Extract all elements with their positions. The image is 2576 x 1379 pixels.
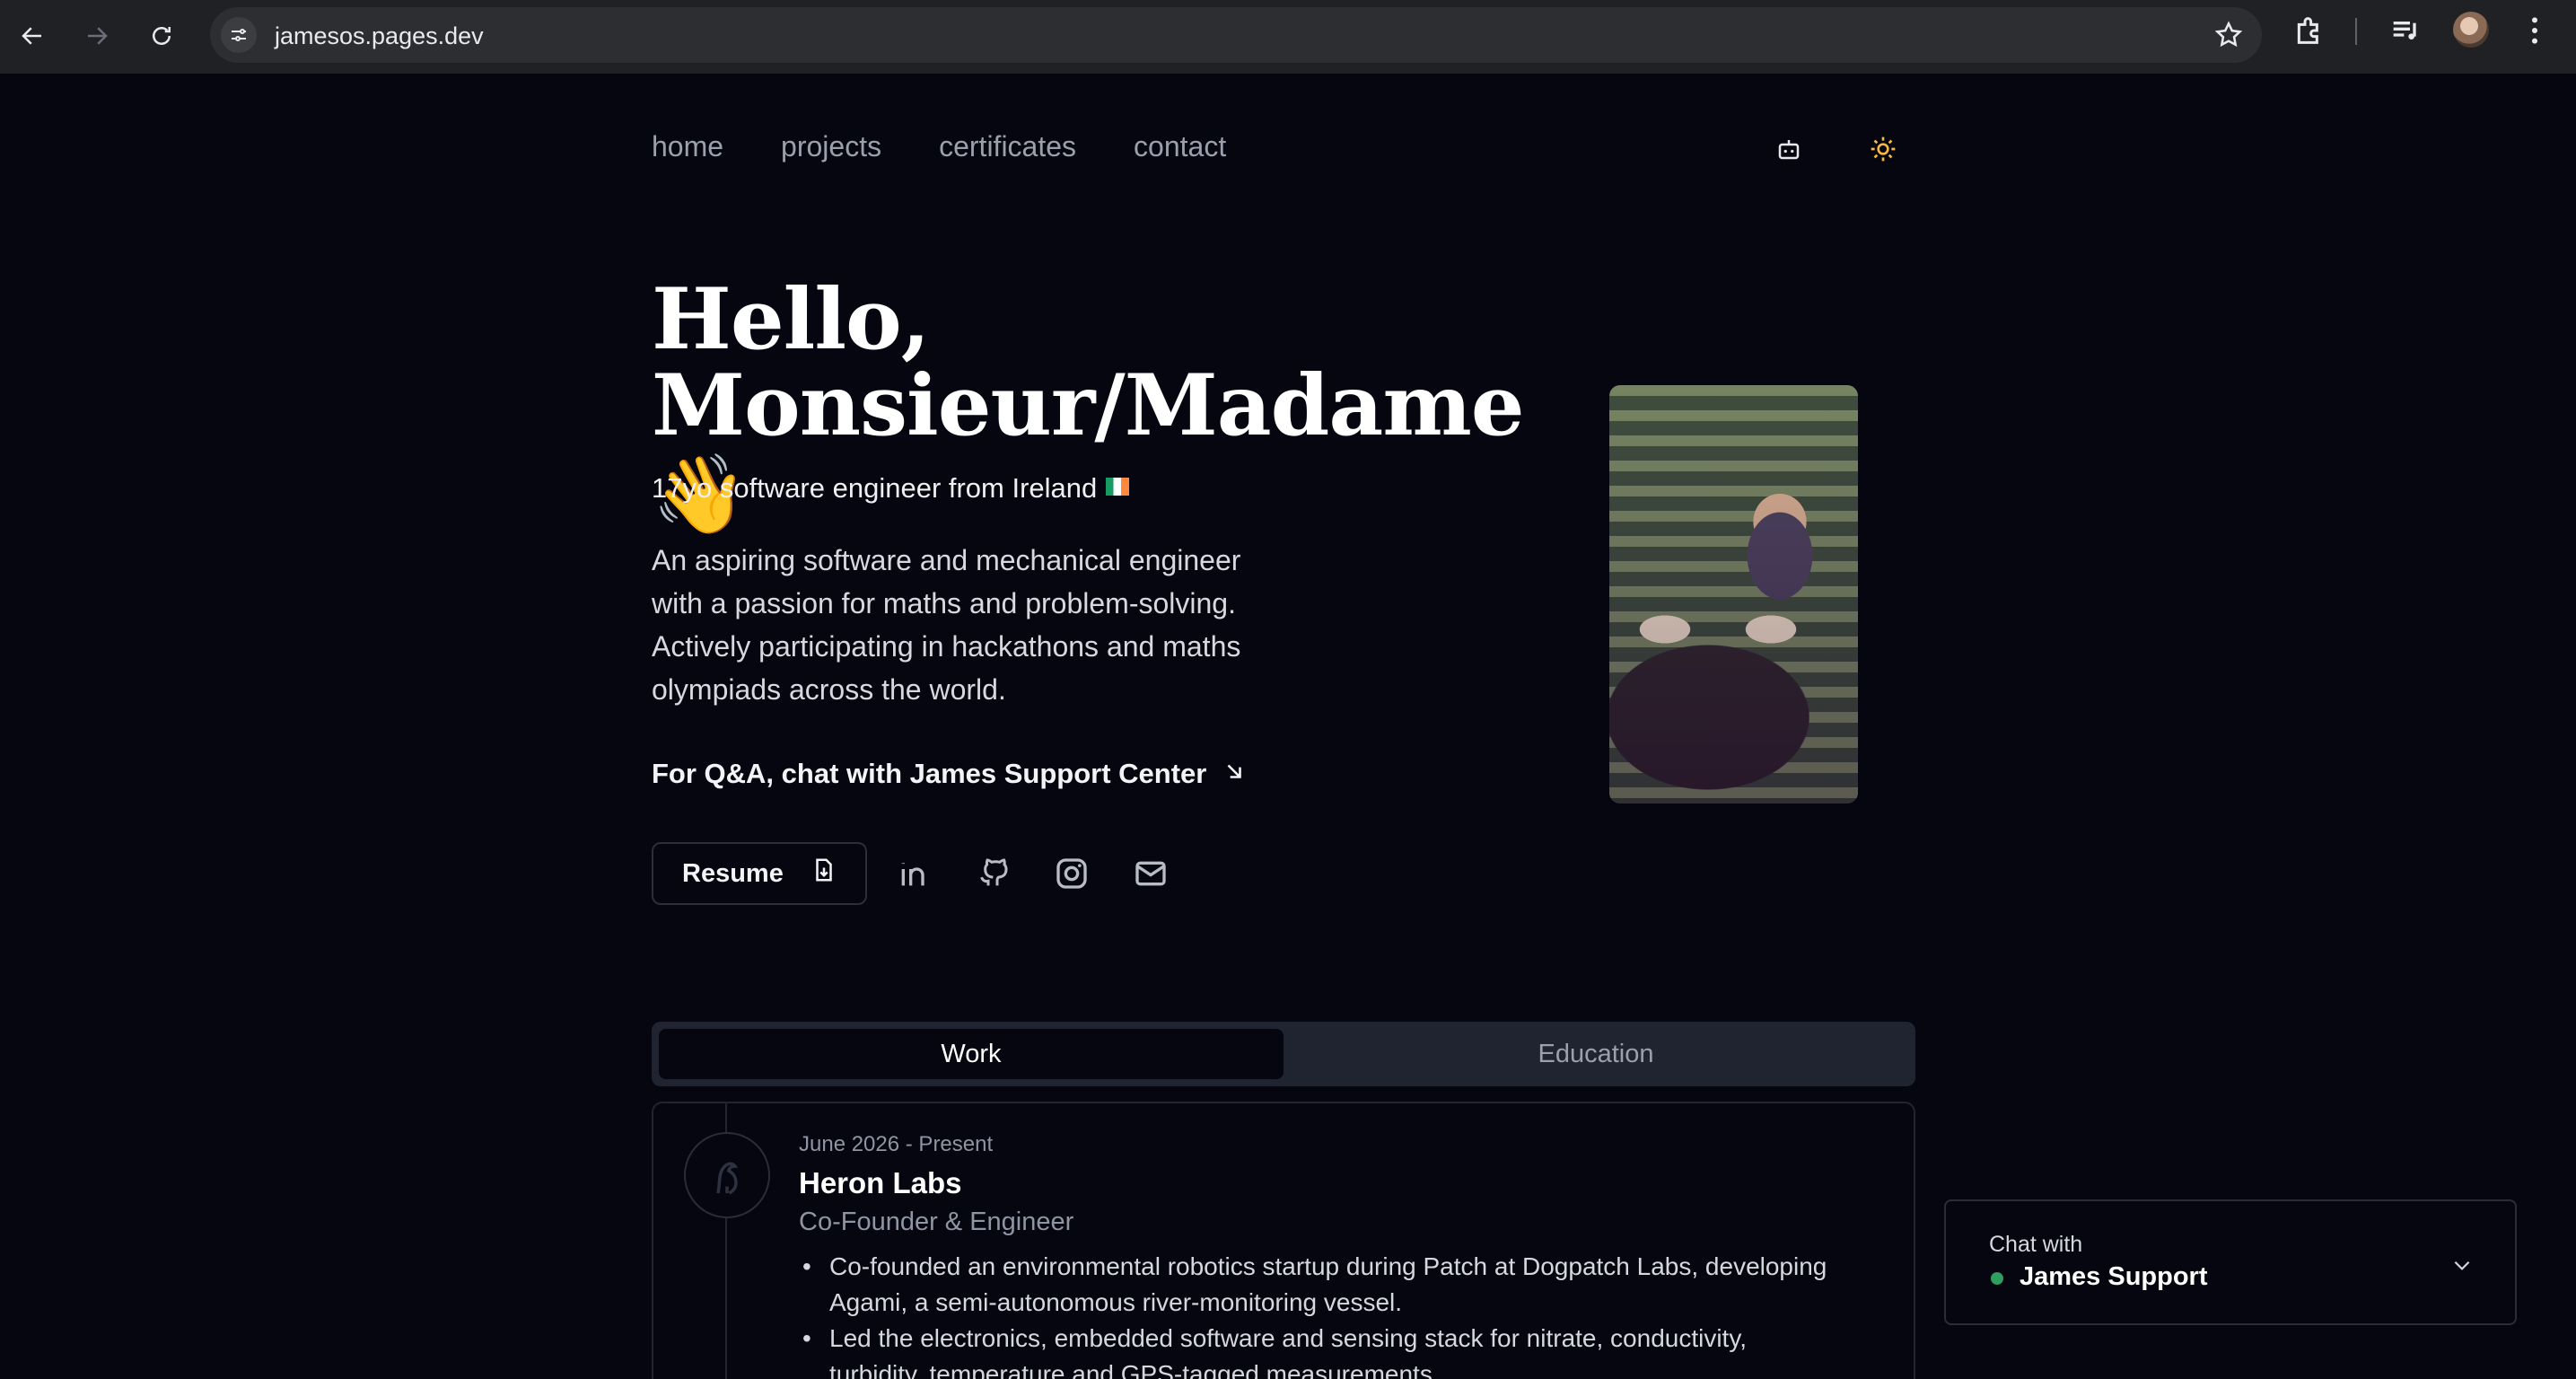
experience-card: June 2026 - Present Heron Labs Co-Founde… xyxy=(652,1102,1915,1379)
bookmark-star-icon[interactable] xyxy=(2213,20,2244,55)
chevron-down-icon[interactable] xyxy=(2449,1252,2475,1278)
chat-agent-name: James Support xyxy=(2020,1262,2208,1291)
github-icon[interactable] xyxy=(973,854,1012,893)
job-bullet: Led the electronics, embedded software a… xyxy=(802,1321,1835,1379)
hero-bio: An aspiring software and mechanical engi… xyxy=(652,544,1241,706)
back-arrow-icon[interactable] xyxy=(13,16,52,56)
job-company: Heron Labs xyxy=(799,1166,962,1199)
profile-avatar[interactable] xyxy=(2453,12,2489,48)
qa-chat-link[interactable]: For Q&A, chat with James Support Center xyxy=(652,758,1246,790)
hero-subtitle: 17yo software engineer from Ireland xyxy=(652,472,1130,505)
reload-icon[interactable] xyxy=(142,16,181,56)
job-bullets: Co-founded an environmental robotics sta… xyxy=(802,1249,1835,1379)
instagram-icon[interactable] xyxy=(1052,854,1091,893)
nav-projects[interactable]: projects xyxy=(781,130,881,163)
nav-home[interactable]: home xyxy=(652,130,723,163)
nav-contact[interactable]: contact xyxy=(1134,130,1226,163)
job-role: Co-Founder & Engineer xyxy=(799,1208,1074,1236)
forward-arrow-icon[interactable] xyxy=(77,16,117,56)
site-nav: home projects certificates contact xyxy=(652,130,1226,163)
mail-icon[interactable] xyxy=(1131,854,1170,893)
online-status-dot xyxy=(1991,1272,2003,1285)
chat-with-label: Chat with xyxy=(1989,1232,2083,1257)
greeting-line-1: Hello, xyxy=(652,270,930,369)
resume-button[interactable]: Resume xyxy=(652,842,867,905)
more-menu-icon[interactable] xyxy=(2517,13,2553,53)
chat-widget[interactable]: Chat with James Support xyxy=(1944,1199,2517,1325)
linkedin-icon[interactable] xyxy=(894,854,933,893)
job-date: June 2026 - Present xyxy=(799,1132,994,1156)
tab-education[interactable]: Education xyxy=(1284,1029,1908,1079)
browser-toolbar: jamesos.pages.dev xyxy=(0,0,2576,74)
site-settings-icon[interactable] xyxy=(221,17,257,53)
resume-label: Resume xyxy=(682,858,784,888)
extensions-icon[interactable] xyxy=(2291,13,2327,53)
media-controls-icon[interactable] xyxy=(2388,13,2423,53)
profile-photo xyxy=(1609,385,1858,804)
arrow-down-right-icon xyxy=(1222,758,1246,790)
tab-work[interactable]: Work xyxy=(659,1029,1284,1079)
robot-icon[interactable] xyxy=(1773,133,1805,165)
job-bullet: Co-founded an environmental robotics sta… xyxy=(802,1249,1835,1321)
heron-logo-icon xyxy=(684,1132,770,1218)
url-text[interactable]: jamesos.pages.dev xyxy=(275,22,484,50)
sun-icon[interactable] xyxy=(1867,133,1899,165)
file-download-icon xyxy=(810,856,837,891)
address-bar[interactable]: jamesos.pages.dev xyxy=(210,7,2262,63)
qa-text[interactable]: For Q&A, chat with James Support Center xyxy=(652,758,1206,790)
subtitle-text: 17yo software engineer from Ireland xyxy=(652,472,1098,504)
experience-tabs: Work Education xyxy=(652,1022,1915,1086)
toolbar-divider xyxy=(2355,18,2357,45)
ireland-flag-icon xyxy=(1106,478,1130,496)
nav-certificates[interactable]: certificates xyxy=(939,130,1076,163)
greeting-line-2: Monsieur/Madame xyxy=(652,356,1525,455)
